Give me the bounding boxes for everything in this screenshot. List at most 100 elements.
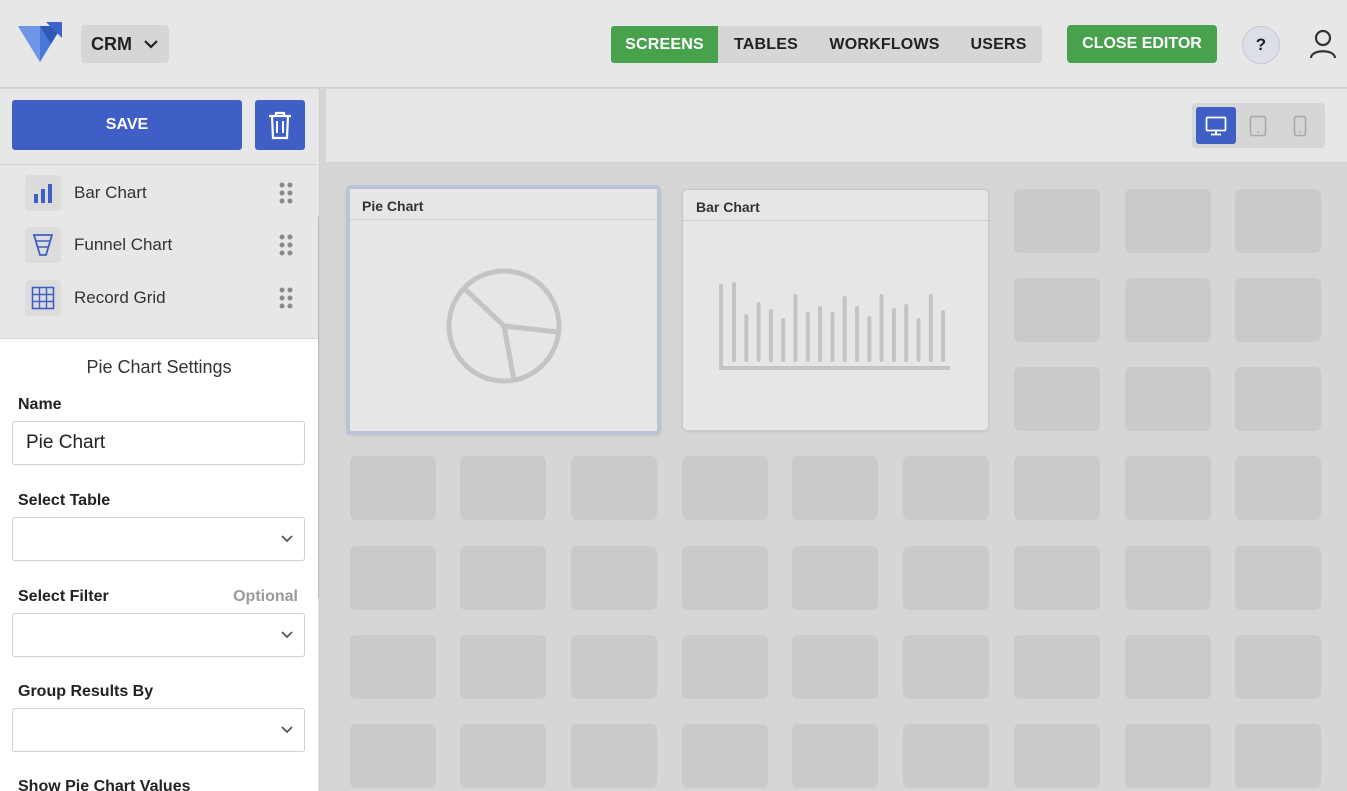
grid-slot[interactable] xyxy=(571,456,657,520)
grid-slot[interactable] xyxy=(1125,278,1211,342)
chevron-down-icon xyxy=(281,726,293,734)
show-values-label: Show Pie Chart Values xyxy=(18,778,191,791)
trash-icon xyxy=(269,111,291,140)
divider xyxy=(683,220,988,221)
grid-slot[interactable] xyxy=(1235,456,1321,520)
drag-handle-icon[interactable] xyxy=(279,233,293,257)
grid-slot[interactable] xyxy=(1125,635,1211,699)
widget-item-funnel-chart[interactable]: Funnel Chart xyxy=(0,219,318,271)
help-button[interactable]: ? xyxy=(1242,26,1280,64)
mobile-icon xyxy=(1293,115,1307,136)
device-switcher xyxy=(1192,103,1325,148)
grid-slot[interactable] xyxy=(460,635,546,699)
chevron-down-icon xyxy=(144,40,158,49)
optional-hint: Optional xyxy=(233,588,298,605)
tab-tables[interactable]: TABLES xyxy=(718,26,814,63)
grid-slot[interactable] xyxy=(350,456,436,520)
grid-slot[interactable] xyxy=(1235,635,1321,699)
name-input[interactable]: Pie Chart xyxy=(12,421,305,465)
grid-slot[interactable] xyxy=(1014,635,1100,699)
table-select[interactable] xyxy=(12,517,305,561)
grid-slot[interactable] xyxy=(1235,189,1321,253)
logo-icon xyxy=(18,22,62,62)
grid-slot[interactable] xyxy=(1014,724,1100,788)
grid-slot[interactable] xyxy=(792,546,878,610)
main-nav: SCREENS TABLES WORKFLOWS USERS xyxy=(611,26,1042,63)
bar-chart-placeholder-icon xyxy=(719,282,950,370)
settings-title: Pie Chart Settings xyxy=(86,357,232,377)
canvas-toolbar xyxy=(326,89,1347,163)
desktop-view-button[interactable] xyxy=(1196,107,1236,144)
grid-slot[interactable] xyxy=(903,724,989,788)
widget-title: Bar Chart xyxy=(696,199,760,215)
grid-slot[interactable] xyxy=(1125,546,1211,610)
canvas: Pie Chart Bar Chart xyxy=(326,164,1347,791)
save-button[interactable]: SAVE xyxy=(12,100,242,150)
grid-slot[interactable] xyxy=(903,456,989,520)
grid-slot[interactable] xyxy=(1125,189,1211,253)
group-select[interactable] xyxy=(12,708,305,752)
tablet-view-button[interactable] xyxy=(1238,107,1278,144)
app-name: CRM xyxy=(91,33,132,54)
grid-slot[interactable] xyxy=(350,546,436,610)
grid-slot[interactable] xyxy=(460,724,546,788)
grid-slot[interactable] xyxy=(792,724,878,788)
delete-button[interactable] xyxy=(255,100,305,150)
grid-slot[interactable] xyxy=(1125,367,1211,431)
grid-slot[interactable] xyxy=(1125,724,1211,788)
top-bar: CRM SCREENS TABLES WORKFLOWS USERS CLOSE… xyxy=(0,0,1347,88)
grid-slot[interactable] xyxy=(1014,546,1100,610)
bar-chart-icon xyxy=(25,175,61,211)
tab-workflows[interactable]: WORKFLOWS xyxy=(814,26,955,63)
grid-slot[interactable] xyxy=(1235,724,1321,788)
grid-slot[interactable] xyxy=(792,456,878,520)
pie-chart-placeholder-icon xyxy=(446,268,562,384)
filter-select[interactable] xyxy=(12,613,305,657)
grid-slot[interactable] xyxy=(1014,456,1100,520)
tab-users[interactable]: USERS xyxy=(955,26,1042,63)
sidebar-scrollbar[interactable] xyxy=(318,215,319,600)
widget-item-record-grid[interactable]: Record Grid xyxy=(0,272,318,324)
drag-handle-icon[interactable] xyxy=(279,181,293,205)
grid-slot[interactable] xyxy=(792,635,878,699)
widget-item-bar-chart[interactable]: Bar Chart xyxy=(0,167,318,219)
widget-label: Funnel Chart xyxy=(74,235,173,254)
widget-title: Pie Chart xyxy=(362,198,424,214)
grid-slot[interactable] xyxy=(1125,456,1211,520)
bar-chart-widget[interactable]: Bar Chart xyxy=(682,189,989,431)
user-icon[interactable] xyxy=(1308,28,1338,60)
grid-slot[interactable] xyxy=(571,724,657,788)
grid-slot[interactable] xyxy=(571,546,657,610)
widget-list: Bar Chart Funnel Chart Record Grid xyxy=(0,164,318,336)
grid-slot[interactable] xyxy=(682,546,768,610)
grid-slot[interactable] xyxy=(1014,367,1100,431)
tablet-icon xyxy=(1249,115,1267,136)
grid-slot[interactable] xyxy=(682,724,768,788)
drag-handle-icon[interactable] xyxy=(279,286,293,310)
desktop-icon xyxy=(1205,116,1227,135)
divider xyxy=(350,219,657,220)
grid-slot[interactable] xyxy=(1235,546,1321,610)
app-selector[interactable]: CRM xyxy=(81,25,169,63)
grid-slot[interactable] xyxy=(903,635,989,699)
grid-slot[interactable] xyxy=(1014,189,1100,253)
pie-chart-widget[interactable]: Pie Chart xyxy=(346,185,661,435)
tab-screens[interactable]: SCREENS xyxy=(611,26,718,63)
grid-slot[interactable] xyxy=(1235,278,1321,342)
grid-slot[interactable] xyxy=(460,546,546,610)
table-label: Select Table xyxy=(18,492,111,509)
grid-slot[interactable] xyxy=(460,456,546,520)
grid-slot[interactable] xyxy=(1235,367,1321,431)
mobile-view-button[interactable] xyxy=(1280,107,1320,144)
grid-slot[interactable] xyxy=(682,456,768,520)
grid-slot[interactable] xyxy=(350,635,436,699)
grid-slot[interactable] xyxy=(682,635,768,699)
grid-slot[interactable] xyxy=(350,724,436,788)
close-editor-button[interactable]: CLOSE EDITOR xyxy=(1067,25,1217,63)
grid-slot[interactable] xyxy=(571,635,657,699)
grid-slot[interactable] xyxy=(903,546,989,610)
settings-panel: Pie Chart Settings Name Pie Chart Select… xyxy=(0,338,318,791)
widget-label: Record Grid xyxy=(74,288,166,307)
funnel-chart-icon xyxy=(25,227,61,263)
grid-slot[interactable] xyxy=(1014,278,1100,342)
